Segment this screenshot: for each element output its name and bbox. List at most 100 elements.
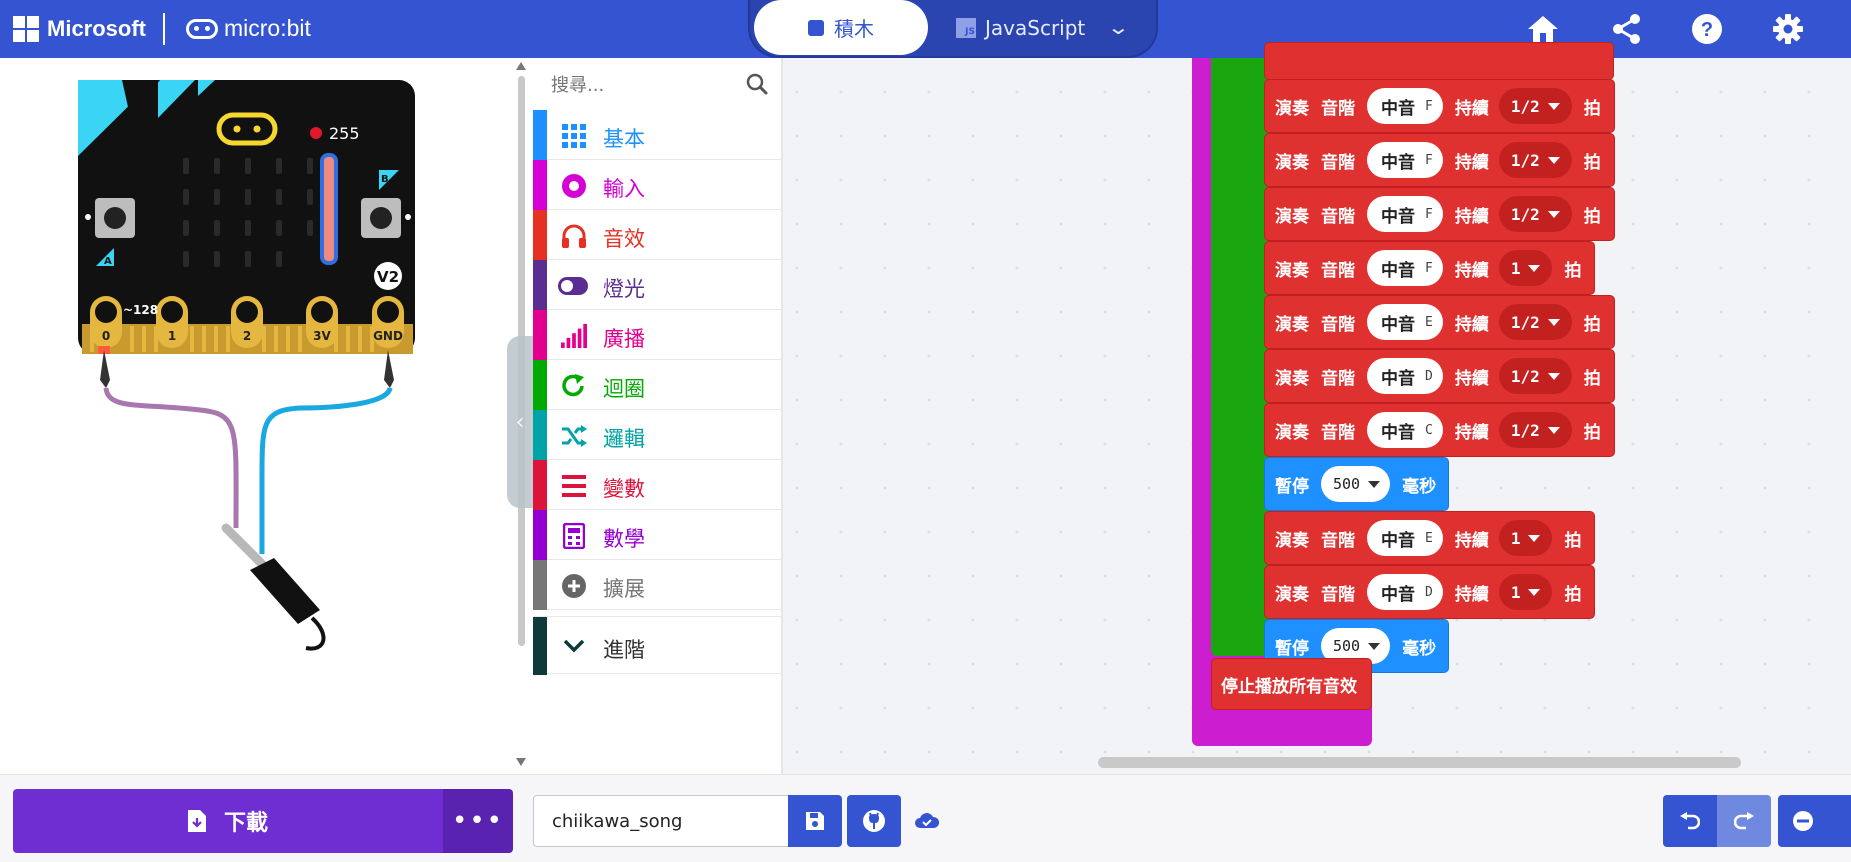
note-label: 音階 <box>1321 368 1355 389</box>
beats-value: 1/2 <box>1510 366 1540 386</box>
play-note-block[interactable]: 演奏 音階 中音 F 持續 1/2 拍 <box>1264 133 1615 187</box>
dropdown-arrow-icon <box>1547 210 1560 218</box>
project-name-input[interactable] <box>533 795 788 847</box>
search-input[interactable] <box>551 72 751 98</box>
category-led[interactable]: 燈光 <box>533 260 783 310</box>
beats-dropdown[interactable]: 1/2 <box>1498 304 1572 340</box>
category-input[interactable]: 輸入 <box>533 160 783 210</box>
beats-dropdown[interactable]: 1 <box>1498 250 1553 286</box>
play-note-block[interactable]: 演奏 音階 中音 D 持續 1 拍 <box>1264 565 1595 619</box>
category-variables[interactable]: 變數 <box>533 460 783 510</box>
scroll-down-arrow-icon[interactable] <box>516 758 526 766</box>
tab-javascript-label: JavaScript <box>985 15 1086 40</box>
note-selector[interactable]: 中音 D <box>1367 574 1443 610</box>
workspace-horizontal-scrollbar[interactable] <box>1098 757 1741 768</box>
crocodile-clip-icon <box>100 350 110 388</box>
save-button[interactable] <box>788 795 842 847</box>
stop-all-sounds-block[interactable]: 停止播放所有音效 <box>1211 658 1372 710</box>
redo-button[interactable] <box>1717 795 1771 847</box>
lines-icon <box>561 473 587 499</box>
microphone-icon <box>310 127 322 139</box>
collapse-simulator-button[interactable]: ‹ <box>507 336 533 508</box>
download-label: 下載 <box>223 811 268 836</box>
play-note-block[interactable]: 演奏 音階 中音 E 持續 1/2 拍 <box>1264 295 1615 349</box>
play-note-block-partial[interactable] <box>1264 42 1614 80</box>
download-button[interactable]: 下載 <box>13 789 443 853</box>
note-selector[interactable]: 中音 F <box>1367 142 1443 178</box>
note-label: 音階 <box>1321 206 1355 227</box>
category-logic[interactable]: 邏輯 <box>533 410 783 460</box>
play-note-block[interactable]: 演奏 音階 中音 F 持續 1/2 拍 <box>1264 79 1615 133</box>
play-label: 演奏 <box>1275 152 1309 173</box>
play-note-block[interactable]: 演奏 音階 中音 C 持續 1/2 拍 <box>1264 403 1615 457</box>
microbit-icon <box>186 18 218 39</box>
octave-value: 中音 <box>1381 152 1415 173</box>
note-selector[interactable]: 中音 D <box>1367 358 1443 394</box>
tab-blocks[interactable]: 積木 <box>754 0 928 55</box>
simulator-panel: 255 A B V2 ~128 0 1 2 3V GND <box>0 58 517 774</box>
headphones-icon <box>561 223 587 249</box>
search-icon[interactable] <box>745 72 769 96</box>
scroll-up-arrow-icon[interactable] <box>516 62 526 70</box>
beats-dropdown[interactable]: 1/2 <box>1498 196 1572 232</box>
beats-dropdown[interactable]: 1/2 <box>1498 88 1572 124</box>
play-note-block[interactable]: 演奏 音階 中音 F 持續 1 拍 <box>1264 241 1595 295</box>
zoom-out-button[interactable] <box>1778 795 1851 847</box>
play-label: 演奏 <box>1275 206 1309 227</box>
audio-wire-gnd <box>259 387 393 554</box>
github-button[interactable] <box>847 795 901 847</box>
category-music[interactable]: 音效 <box>533 210 783 260</box>
pin-label: GND <box>373 329 403 343</box>
pause-block[interactable]: 暫停 500 毫秒 <box>1264 457 1449 511</box>
category-extensions[interactable]: 擴展 <box>533 560 783 610</box>
pause-ms-dropdown[interactable]: 500 <box>1321 466 1391 502</box>
play-note-block[interactable]: 演奏 音階 中音 E 持續 1 拍 <box>1264 511 1595 565</box>
category-loops[interactable]: 迴圈 <box>533 360 783 410</box>
beats-dropdown[interactable]: 1 <box>1498 520 1553 556</box>
microbit-simulator[interactable]: 255 A B V2 ~128 0 1 2 3V GND <box>0 58 517 774</box>
download-more-button[interactable]: ••• <box>443 789 513 853</box>
note-label: 音階 <box>1321 530 1355 551</box>
beats-value: 1/2 <box>1510 312 1540 332</box>
note-selector[interactable]: 中音 C <box>1367 412 1443 448</box>
help-icon[interactable]: ? <box>1689 11 1725 47</box>
settings-gear-icon[interactable] <box>1770 11 1806 47</box>
beats-dropdown[interactable]: 1 <box>1498 574 1553 610</box>
note-selector[interactable]: 中音 E <box>1367 520 1443 556</box>
cloud-saved-icon[interactable] <box>914 809 940 833</box>
language-dropdown-chevron-icon[interactable]: ⌄ <box>1107 15 1130 39</box>
category-radio[interactable]: 廣播 <box>533 310 783 360</box>
beats-dropdown[interactable]: 1/2 <box>1498 142 1572 178</box>
pin-label: 3V <box>313 329 331 343</box>
duration-label: 持續 <box>1454 314 1489 335</box>
category-math[interactable]: 數學 <box>533 510 783 560</box>
toggle-icon <box>557 273 589 299</box>
beats-dropdown[interactable]: 1/2 <box>1498 412 1572 448</box>
tab-blocks-label: 積木 <box>834 17 874 41</box>
note-selector[interactable]: 中音 F <box>1367 196 1443 232</box>
pin-label: 0 <box>102 329 110 343</box>
play-note-block[interactable]: 演奏 音階 中音 F 持續 1/2 拍 <box>1264 187 1615 241</box>
note-selector[interactable]: 中音 E <box>1367 304 1443 340</box>
note-selector[interactable]: 中音 F <box>1367 88 1443 124</box>
octave-value: 中音 <box>1381 422 1415 443</box>
category-advanced[interactable]: 進階 <box>533 616 783 675</box>
play-label: 演奏 <box>1275 98 1309 119</box>
play-note-block[interactable]: 演奏 音階 中音 D 持續 1/2 拍 <box>1264 349 1615 403</box>
note-selector[interactable]: 中音 F <box>1367 250 1443 286</box>
category-basic[interactable]: 基本 <box>533 110 783 160</box>
microsoft-logo[interactable]: Microsoft <box>13 16 146 42</box>
note-label: 音階 <box>1321 584 1355 605</box>
share-icon[interactable] <box>1609 11 1645 47</box>
beat-label: 拍 <box>1564 260 1582 281</box>
duration-label: 持續 <box>1454 584 1489 605</box>
octave-value: 中音 <box>1381 260 1415 281</box>
toolbox-search <box>533 58 783 110</box>
redo-icon <box>1734 812 1754 830</box>
microbit-logo[interactable]: micro:bit <box>186 15 311 42</box>
undo-button[interactable] <box>1663 795 1717 847</box>
dropdown-arrow-icon <box>1547 372 1560 380</box>
beats-dropdown[interactable]: 1/2 <box>1498 358 1572 394</box>
tab-javascript[interactable]: JS JavaScript <box>956 0 1085 55</box>
play-label: 演奏 <box>1275 530 1309 551</box>
